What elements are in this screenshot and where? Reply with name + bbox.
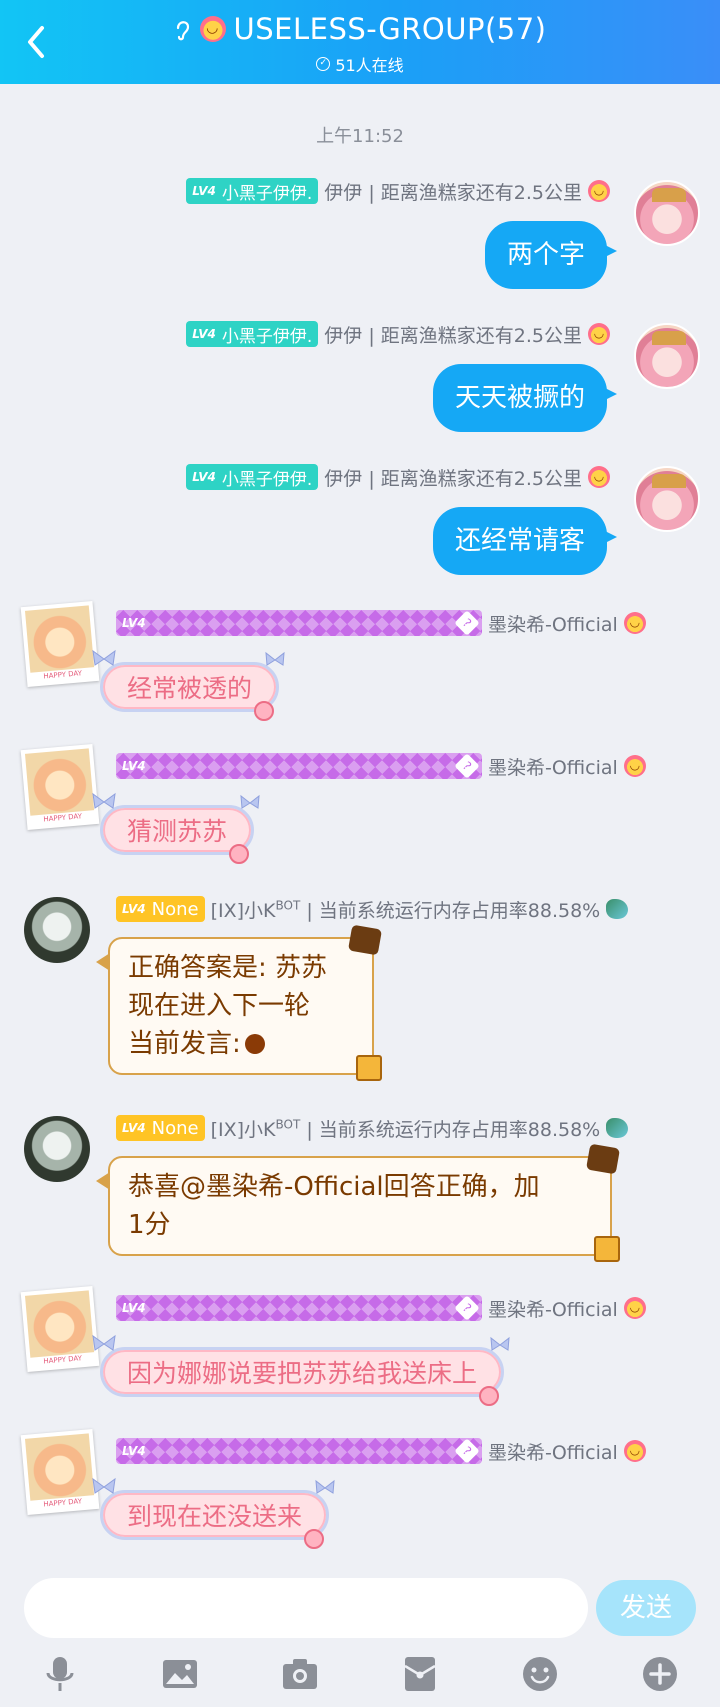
member-title-tag: LV4? [116, 610, 482, 636]
sender-name: 墨染希-Official [488, 1298, 618, 1321]
message-bubble[interactable]: 还经常请客 [432, 507, 618, 575]
sender-name: [IX]小KBOT | 当前系统运行内存占用率88.58% [210, 1117, 601, 1141]
group-title: USELESS-GROUP(57) [233, 12, 547, 46]
mic-icon[interactable] [40, 1654, 80, 1694]
sender-name: 伊伊 | 距离渔糕家还有2.5公里 [324, 324, 582, 347]
avatar[interactable] [24, 1116, 90, 1182]
message-bubble[interactable]: 两个字 [484, 221, 618, 289]
avatar[interactable] [24, 897, 90, 963]
group-emoji-icon [199, 16, 226, 42]
message-bubble[interactable]: 经常被透的 [92, 649, 285, 721]
avatar[interactable] [634, 466, 700, 532]
sender-emoji-icon [623, 1297, 646, 1319]
message-bubble[interactable]: 猜测苏苏 [92, 792, 260, 864]
member-title-tag: LV4 None [116, 896, 205, 922]
member-title-tag: LV4? [116, 753, 482, 779]
message-bubble[interactable]: 恭喜@墨染希-Official回答正确，加 1分 [96, 1143, 621, 1262]
bell-icon [254, 701, 275, 721]
sender-name: 墨染希-Official [488, 756, 618, 779]
sender-line: LV4 None [IX]小KBOT | 当前系统运行内存占用率88.58% [116, 1114, 629, 1142]
member-title-tag: LV4 小黑子伊伊. [186, 321, 319, 347]
sender-name: [IX]小KBOT | 当前系统运行内存占用率88.58% [210, 898, 601, 922]
online-icon: ✓ [316, 57, 331, 71]
bow-icon [92, 792, 116, 809]
dragon-icon [606, 899, 629, 919]
sender-name: 墨染希-Official [488, 1441, 618, 1464]
sender-emoji-icon [588, 180, 610, 202]
bell-icon [479, 1386, 500, 1406]
gift-icon [594, 1236, 620, 1262]
avatar[interactable]: HAPPY DAY [20, 1429, 100, 1515]
member-title-tag: LV4 小黑子伊伊. [186, 464, 319, 490]
message-timestamp: 上午11:52 [316, 126, 404, 147]
gift-icon [356, 1055, 382, 1081]
message-bubble[interactable]: 到现在还没送来 [92, 1477, 335, 1549]
toolbar [0, 1654, 720, 1700]
dragon-icon [606, 1118, 629, 1138]
bow-icon [265, 651, 285, 666]
sender-line: LV4 小黑子伊伊. 伊伊 | 距离渔糕家还有2.5公里 [186, 177, 610, 205]
sender-line: LV4? 墨染希-Official [116, 609, 646, 637]
bow-icon [92, 1334, 116, 1351]
sender-line: LV4 小黑子伊伊. 伊伊 | 距离渔糕家还有2.5公里 [186, 320, 610, 348]
member-title-tag: LV4? [116, 1438, 482, 1464]
sender-emoji-icon [588, 323, 610, 345]
emoji-icon[interactable] [520, 1654, 560, 1694]
chat-header: USELESS-GROUP(57) ✓ 51人在线 [0, 0, 720, 84]
bow-icon [92, 1477, 116, 1494]
member-title-tag: LV4 None [116, 1115, 205, 1141]
avatar[interactable]: HAPPY DAY [20, 1286, 100, 1372]
avatar[interactable]: HAPPY DAY [20, 744, 100, 830]
status-dot-icon [244, 1034, 265, 1054]
image-icon[interactable] [160, 1654, 200, 1694]
bell-icon [229, 844, 250, 864]
sender-line: LV4 None [IX]小KBOT | 当前系统运行内存占用率88.58% [116, 895, 629, 923]
sender-name: 伊伊 | 距离渔糕家还有2.5公里 [324, 181, 582, 204]
sender-emoji-icon [623, 1440, 646, 1462]
sender-line: LV4? 墨染希-Official [116, 1294, 646, 1322]
sender-line: LV4? 墨染希-Official [116, 1437, 646, 1465]
sender-name: 伊伊 | 距离渔糕家还有2.5公里 [324, 467, 582, 490]
sender-name: 墨染希-Official [488, 613, 618, 636]
message-bubble[interactable]: 正确答案是: 苏苏 现在进入下一轮 当前发言: [96, 924, 383, 1081]
member-title-tag: LV4 小黑子伊伊. [186, 178, 319, 204]
plus-icon[interactable] [640, 1654, 680, 1694]
online-status: ✓ 51人在线 [0, 52, 720, 76]
send-button[interactable]: 发送 [596, 1580, 696, 1636]
ear-icon [176, 21, 189, 41]
avatar[interactable]: HAPPY DAY [20, 601, 100, 687]
avatar[interactable] [634, 180, 700, 246]
sender-emoji-icon [588, 466, 610, 488]
title-area[interactable]: USELESS-GROUP(57) ✓ 51人在线 [0, 12, 720, 76]
stamp-icon [347, 924, 383, 956]
message-bubble[interactable]: 因为娜娜说要把苏苏给我送床上 [92, 1334, 510, 1406]
bow-icon [92, 649, 116, 666]
bow-icon [315, 1479, 335, 1494]
camera-icon[interactable] [280, 1654, 320, 1694]
sender-emoji-icon [623, 612, 646, 634]
group-title-row: USELESS-GROUP(57) [174, 12, 547, 46]
sender-line: LV4 小黑子伊伊. 伊伊 | 距离渔糕家还有2.5公里 [186, 463, 610, 491]
member-title-tag: LV4? [116, 1295, 482, 1321]
message-list[interactable]: 上午11:52 LV4小黑子伊伊. 伊伊 | 距离渔糕家还有2.5公里 两个字 … [0, 84, 720, 1564]
bow-icon [490, 1336, 510, 1351]
sender-emoji-icon [623, 755, 646, 777]
online-count: 51人在线 [335, 56, 404, 75]
bell-icon [304, 1529, 325, 1549]
composer: 发送 [0, 1564, 720, 1707]
avatar[interactable] [634, 323, 700, 389]
sender-line: LV4? 墨染希-Official [116, 752, 646, 780]
message-bubble[interactable]: 天天被撅的 [432, 364, 618, 432]
bow-icon [240, 794, 260, 809]
red-packet-icon[interactable] [400, 1654, 440, 1694]
stamp-icon [585, 1143, 621, 1175]
message-input[interactable] [24, 1578, 588, 1638]
